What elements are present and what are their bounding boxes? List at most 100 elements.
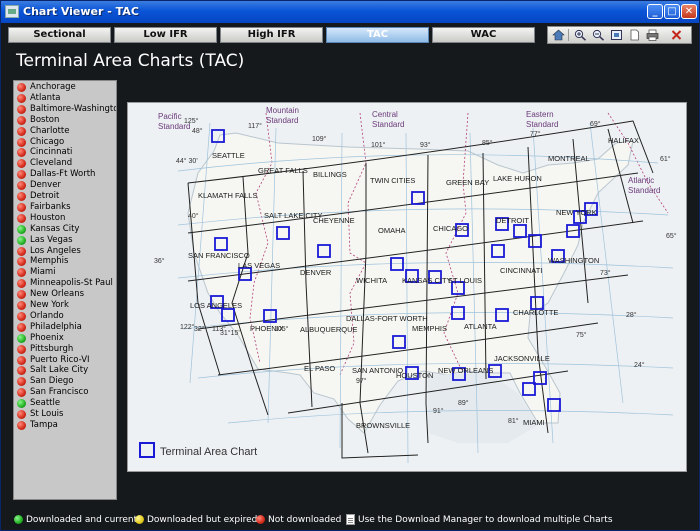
chart-name: Philadelphia <box>30 321 82 332</box>
list-item[interactable]: Los Angeles <box>14 245 116 257</box>
sectional-label: MIAMI <box>523 418 545 427</box>
chart-name: New Orleans <box>30 289 85 300</box>
timezone-label: Standard <box>526 120 558 129</box>
tab-tac[interactable]: TAC <box>326 27 429 43</box>
list-item[interactable]: Kansas City <box>14 223 116 235</box>
coordinate-label: 48° <box>192 127 203 135</box>
maximize-button[interactable]: □ <box>664 4 680 19</box>
coordinate-label: 44° 30' <box>176 157 198 165</box>
list-item[interactable]: St Louis <box>14 409 116 420</box>
minimize-button[interactable]: _ <box>647 4 663 19</box>
sectional-label: ST LOUIS <box>448 276 482 285</box>
list-item[interactable]: Boston <box>14 115 116 126</box>
list-item[interactable]: Las Vegas <box>14 235 116 246</box>
list-item[interactable]: San Diego <box>14 376 116 387</box>
chart-name: Los Angeles <box>30 245 81 256</box>
list-item[interactable]: Miami <box>14 267 116 278</box>
list-item[interactable]: Baltimore-Washington <box>14 103 117 115</box>
list-item[interactable]: Detroit <box>14 191 116 202</box>
chart-name: Minneapolis-St Paul <box>30 278 113 289</box>
coordinate-label: 77° <box>530 130 541 138</box>
sectional-label: GREEN BAY <box>446 178 489 187</box>
red-status-icon <box>17 388 26 398</box>
list-item[interactable]: Minneapolis-St Paul <box>14 278 116 289</box>
red-status-icon <box>17 202 26 212</box>
chart-name: Baltimore-Washington <box>30 103 117 114</box>
red-status-icon <box>17 126 26 136</box>
sectional-label: BILLINGS <box>313 170 347 179</box>
timezone-label: Atlantic <box>628 176 654 185</box>
title-bar[interactable]: Chart Viewer - TAC _ □ ✕ <box>1 1 699 23</box>
tab-sectional[interactable]: Sectional <box>8 27 111 43</box>
chart-name: Detroit <box>30 191 60 201</box>
coordinate-label: 69° <box>590 120 601 128</box>
coordinate-label: 91° <box>433 407 444 415</box>
list-item[interactable]: Cincinnati <box>14 147 116 158</box>
list-item[interactable]: Seattle <box>14 398 116 409</box>
close-button[interactable]: ✕ <box>681 4 697 19</box>
red-status-icon <box>17 159 26 169</box>
list-item[interactable]: Orlando <box>14 311 116 322</box>
list-item[interactable]: Atlanta <box>14 93 116 104</box>
zoom-in-icon[interactable] <box>574 29 587 41</box>
sectional-label: KANSAS CITY <box>402 276 452 285</box>
fit-page-icon[interactable] <box>610 29 623 41</box>
red-status-icon <box>17 115 26 125</box>
list-item[interactable]: New York <box>14 300 116 311</box>
list-item[interactable]: Memphis <box>14 256 116 267</box>
list-item[interactable]: Tampa <box>14 419 116 431</box>
red-status-icon <box>17 213 26 223</box>
list-item[interactable]: Denver <box>14 180 116 191</box>
tab-wac[interactable]: WAC <box>432 27 535 43</box>
yellow-status-icon <box>135 515 144 524</box>
list-item[interactable]: San Francisco <box>14 387 116 398</box>
zoom-out-icon[interactable] <box>592 29 605 41</box>
chart-name: Memphis <box>30 256 69 267</box>
coordinate-label: 40° <box>188 212 199 220</box>
chart-name: Charlotte <box>30 125 70 136</box>
list-item[interactable]: New Orleans <box>14 289 116 300</box>
red-status-icon <box>17 410 26 419</box>
sectional-label: LAKE HURON <box>493 174 542 183</box>
list-item[interactable]: Puerto Rico-VI <box>14 355 116 366</box>
close-map-icon[interactable] <box>670 29 683 41</box>
chart-name: Phoenix <box>30 332 64 343</box>
chart-name: Miami <box>30 267 56 278</box>
red-status-icon <box>17 137 26 147</box>
list-item[interactable]: Pittsburgh <box>14 344 116 355</box>
list-item[interactable]: Anchorage <box>14 82 116 93</box>
chart-name: San Diego <box>30 376 74 387</box>
list-item[interactable]: Houston <box>14 213 116 224</box>
list-item[interactable]: Salt Lake City <box>14 365 116 376</box>
sectional-label: WASHINGTON <box>548 256 599 265</box>
chart-name: Cincinnati <box>30 147 73 158</box>
coordinate-label: 97° <box>356 377 367 385</box>
chart-name: Tampa <box>30 419 58 430</box>
chart-name: Kansas City <box>30 223 80 234</box>
tac-coverage-map[interactable]: SEATTLE GREAT FALLS BILLINGS TWIN CITIES GRE… <box>127 102 687 472</box>
map-canvas: SEATTLE GREAT FALLS BILLINGS TWIN CITIES GRE… <box>128 103 686 471</box>
tab-low-ifr[interactable]: Low IFR <box>114 27 217 43</box>
list-item[interactable]: Chicago <box>14 137 116 148</box>
red-status-icon <box>17 192 26 201</box>
chart-name: Denver <box>30 180 61 191</box>
green-status-icon <box>17 224 26 234</box>
sectional-label: MEMPHIS <box>412 324 447 333</box>
list-item[interactable]: Phoenix <box>14 332 116 344</box>
chart-list[interactable]: Anchorage Atlanta Baltimore-Washington Bost… <box>13 80 117 500</box>
coordinate-label: 75° <box>576 331 587 339</box>
home-icon[interactable] <box>552 29 565 41</box>
page-icon[interactable] <box>628 29 641 41</box>
list-item[interactable]: Fairbanks <box>14 202 116 213</box>
list-item[interactable]: Charlotte <box>14 125 116 137</box>
print-icon[interactable] <box>646 29 659 41</box>
list-item[interactable]: Dallas-Ft Worth <box>14 169 116 180</box>
list-item[interactable]: Philadelphia <box>14 321 116 333</box>
coordinate-label: 85° <box>482 139 493 147</box>
window-title: Chart Viewer - TAC <box>23 5 139 18</box>
tab-high-ifr[interactable]: High IFR <box>220 27 323 43</box>
list-item[interactable]: Cleveland <box>14 158 116 169</box>
sectional-label: SAN FRANCISCO <box>188 251 250 260</box>
red-status-icon <box>17 377 26 387</box>
document-icon <box>346 514 355 525</box>
